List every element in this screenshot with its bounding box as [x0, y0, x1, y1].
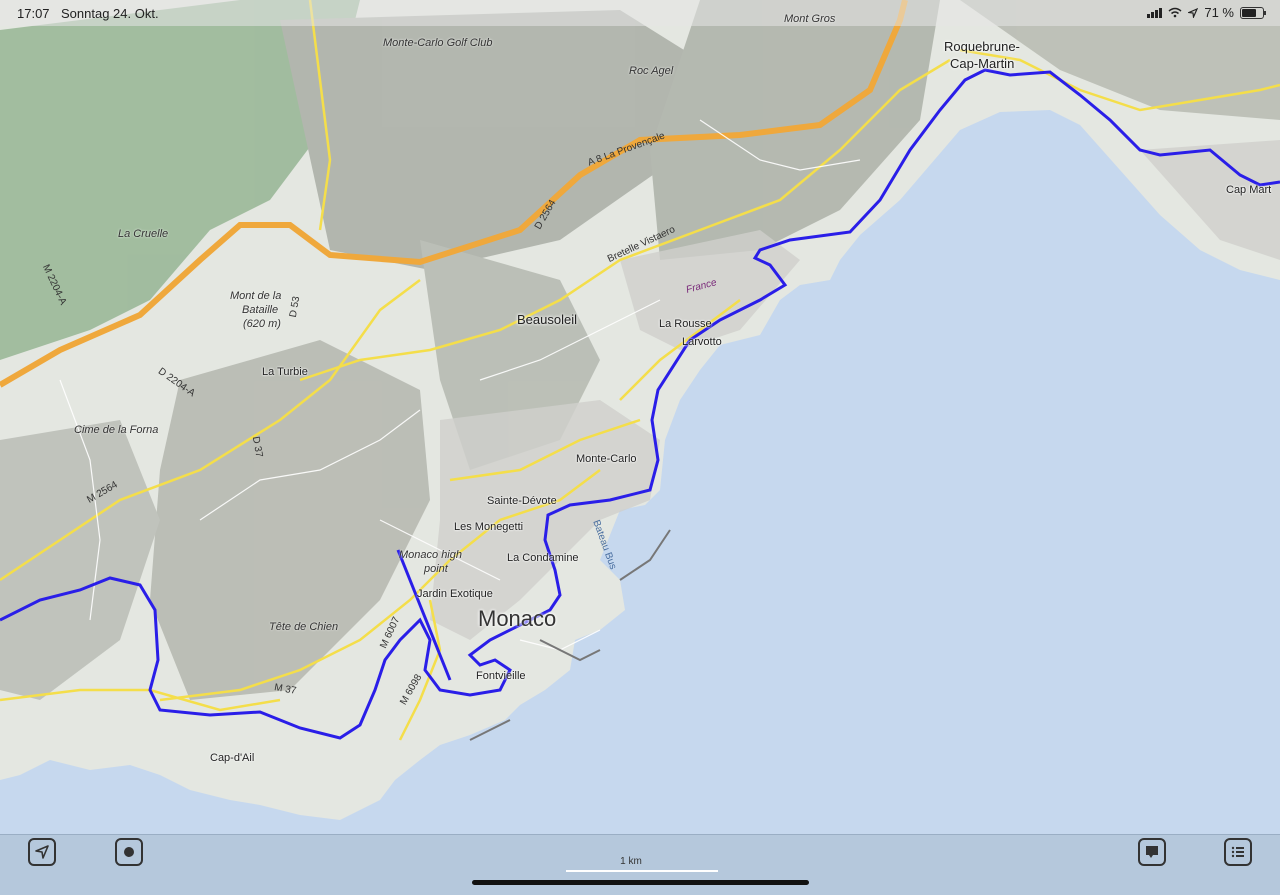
comment-icon — [1146, 846, 1158, 858]
location-services-icon — [1188, 7, 1199, 18]
cellular-signal-icon — [1147, 7, 1163, 18]
list-icon — [1231, 846, 1244, 858]
scale-label: 1 km — [620, 856, 642, 867]
label-larvotto: Larvotto — [682, 336, 722, 348]
battery-icon — [1240, 6, 1266, 19]
label-monaco-high: Monaco high — [399, 549, 462, 561]
locate-button[interactable] — [28, 838, 56, 866]
label-la-cruelle: La Cruelle — [118, 228, 169, 240]
status-bar: 17:07 Sonntag 24. Okt. 71 % — [0, 0, 1280, 26]
record-icon — [124, 847, 134, 857]
label-cap-martin: Cap Mart — [1226, 184, 1272, 196]
status-date: Sonntag 24. Okt. — [61, 6, 159, 21]
map-canvas[interactable] — [0, 0, 1280, 834]
label-les-monegetti: Les Monegetti — [454, 521, 524, 533]
label-cap-martin-town: Cap-Martin — [950, 56, 1015, 71]
location-arrow-icon — [35, 845, 49, 859]
status-indicators: 71 % — [1147, 5, 1266, 20]
label-tete-chien: Tête de Chien — [269, 621, 339, 633]
label-point: point — [424, 563, 448, 575]
label-beausoleil: Beausoleil — [517, 312, 577, 327]
wifi-icon — [1168, 7, 1182, 18]
label-monaco: Monaco — [478, 606, 557, 631]
label-fontvieille: Fontvieille — [476, 670, 526, 682]
label-roquebrune: Roquebrune- — [944, 39, 1020, 54]
battery-percent: 71 % — [1204, 5, 1234, 20]
label-la-turbie: La Turbie — [262, 366, 308, 378]
home-indicator[interactable] — [472, 880, 809, 885]
label-mont-bataille: Mont de la — [230, 290, 282, 302]
label-roc-agel: Roc Agel — [629, 65, 674, 77]
label-la-rousse: La Rousse — [659, 318, 712, 330]
battery-fill — [1242, 8, 1256, 17]
label-mont-gros: Mont Gros — [784, 13, 836, 25]
scale-bar — [566, 870, 718, 872]
status-time: 17:07 — [17, 6, 50, 21]
label-bataille-elevation: (620 m) — [243, 318, 281, 330]
label-cime-forna: Cime de la Forna — [74, 424, 159, 436]
record-button[interactable] — [115, 838, 143, 866]
label-monte-carlo: Monte-Carlo — [576, 453, 637, 465]
list-button[interactable] — [1224, 838, 1252, 866]
label-monte-carlo-golf: Monte-Carlo Golf Club — [383, 37, 493, 49]
label-la-condamine: La Condamine — [507, 552, 579, 564]
label-sainte-devote: Sainte-Dévote — [487, 495, 557, 507]
label-jardin-exotique: Jardin Exotique — [417, 588, 493, 600]
comment-button[interactable] — [1138, 838, 1166, 866]
label-bataille: Bataille — [242, 304, 279, 316]
label-cap-dail: Cap-d'Ail — [210, 752, 255, 764]
